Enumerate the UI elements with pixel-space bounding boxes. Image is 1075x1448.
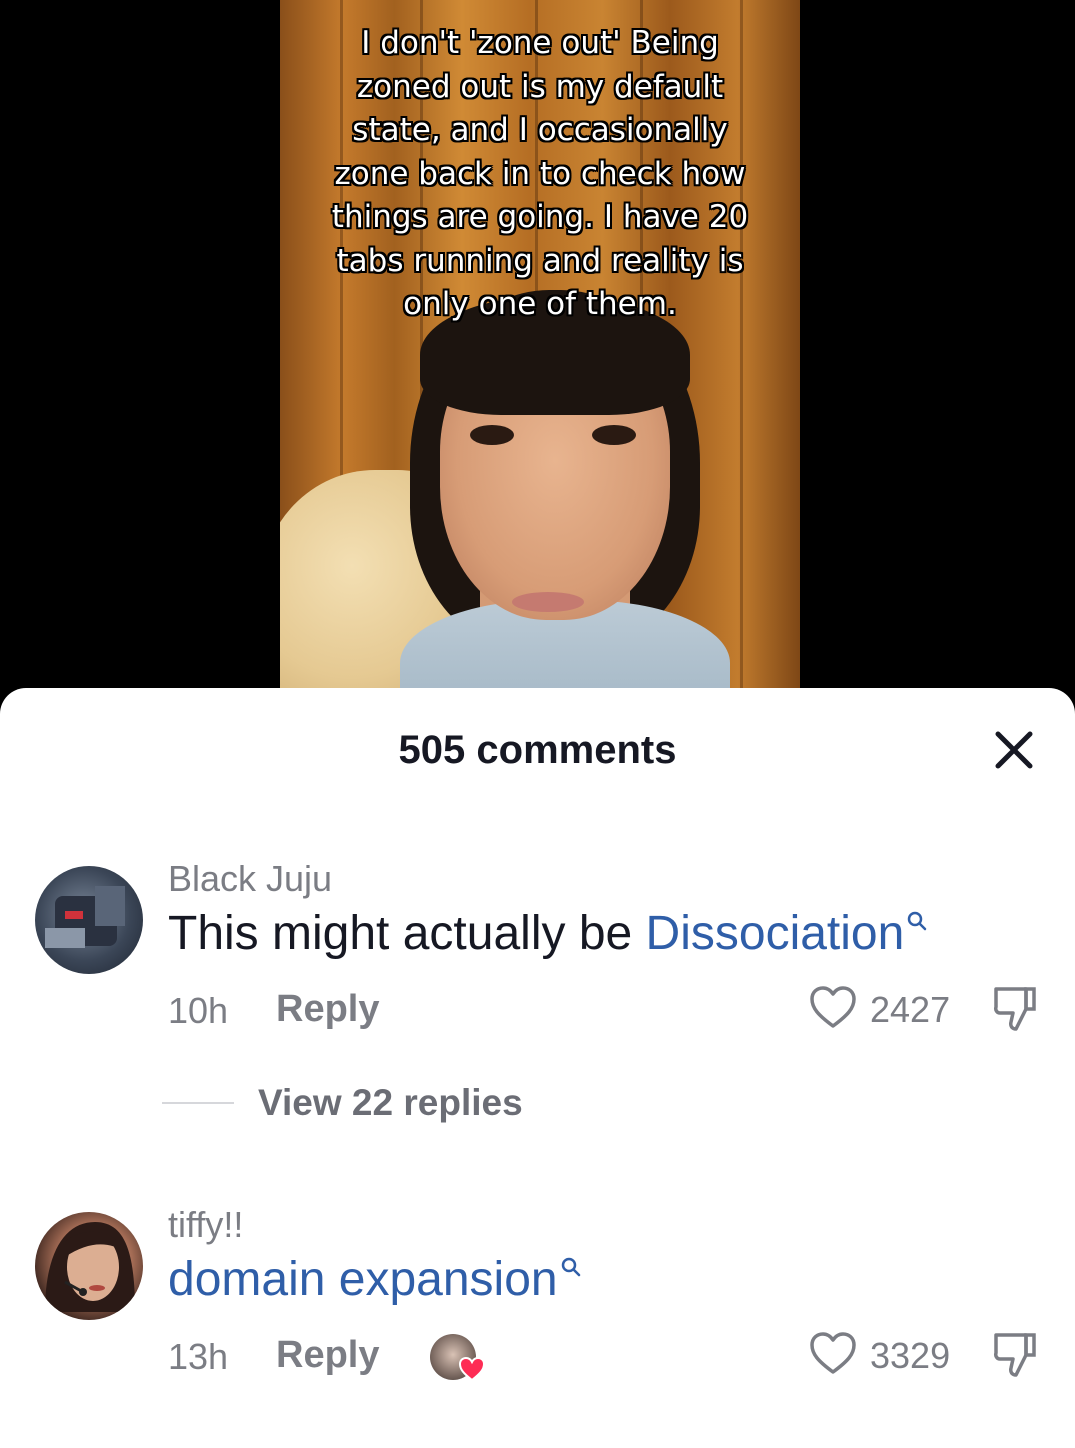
- avatar[interactable]: [35, 866, 143, 974]
- search-icon: [561, 1257, 580, 1277]
- comment-timestamp: 10h: [168, 990, 229, 1031]
- video-caption: I don't 'zone out' Being zoned out is my…: [331, 25, 749, 322]
- person-eye: [592, 425, 636, 445]
- heart-icon[interactable]: [808, 983, 858, 1033]
- search-icon: [908, 911, 927, 931]
- like-count: 3329: [870, 1335, 951, 1376]
- reply-button[interactable]: Reply: [276, 988, 379, 1031]
- comment-text: domain expansion: [168, 1252, 582, 1307]
- like-count: 2427: [870, 989, 951, 1030]
- close-button[interactable]: [990, 726, 1038, 774]
- comments-count-title: 505 comments: [398, 728, 677, 772]
- reply-button[interactable]: Reply: [276, 1334, 379, 1377]
- video-player[interactable]: I don't 'zone out' Being zoned out is my…: [280, 0, 800, 700]
- person-eye: [470, 425, 514, 445]
- comment-username[interactable]: Black Juju: [168, 858, 332, 900]
- heart-icon[interactable]: [808, 1329, 858, 1379]
- comment-timestamp: 13h: [168, 1336, 229, 1377]
- close-icon: [995, 731, 1033, 769]
- comment-username[interactable]: tiffy!!: [168, 1204, 243, 1246]
- video-area: I don't 'zone out' Being zoned out is my…: [0, 0, 1075, 700]
- replies-divider: [162, 1102, 234, 1104]
- search-link[interactable]: domain expansion: [168, 1253, 558, 1306]
- person-mouth: [512, 592, 584, 612]
- robot-avatar-art: [45, 886, 125, 948]
- avatar[interactable]: [35, 1212, 143, 1320]
- search-link[interactable]: Dissociation: [646, 907, 905, 960]
- comments-sheet: 505 comments Black Juju This might actua…: [0, 688, 1075, 1448]
- woman-avatar-art: [45, 1222, 135, 1312]
- creator-liked-heart-icon: [458, 1356, 486, 1382]
- dislike-icon[interactable]: [990, 1329, 1038, 1379]
- view-replies-button[interactable]: View 22 replies: [258, 1082, 523, 1124]
- dislike-icon[interactable]: [990, 983, 1038, 1033]
- comment-text: This might actually be Dissociation: [168, 906, 928, 961]
- comment-body: This might actually be: [168, 907, 646, 960]
